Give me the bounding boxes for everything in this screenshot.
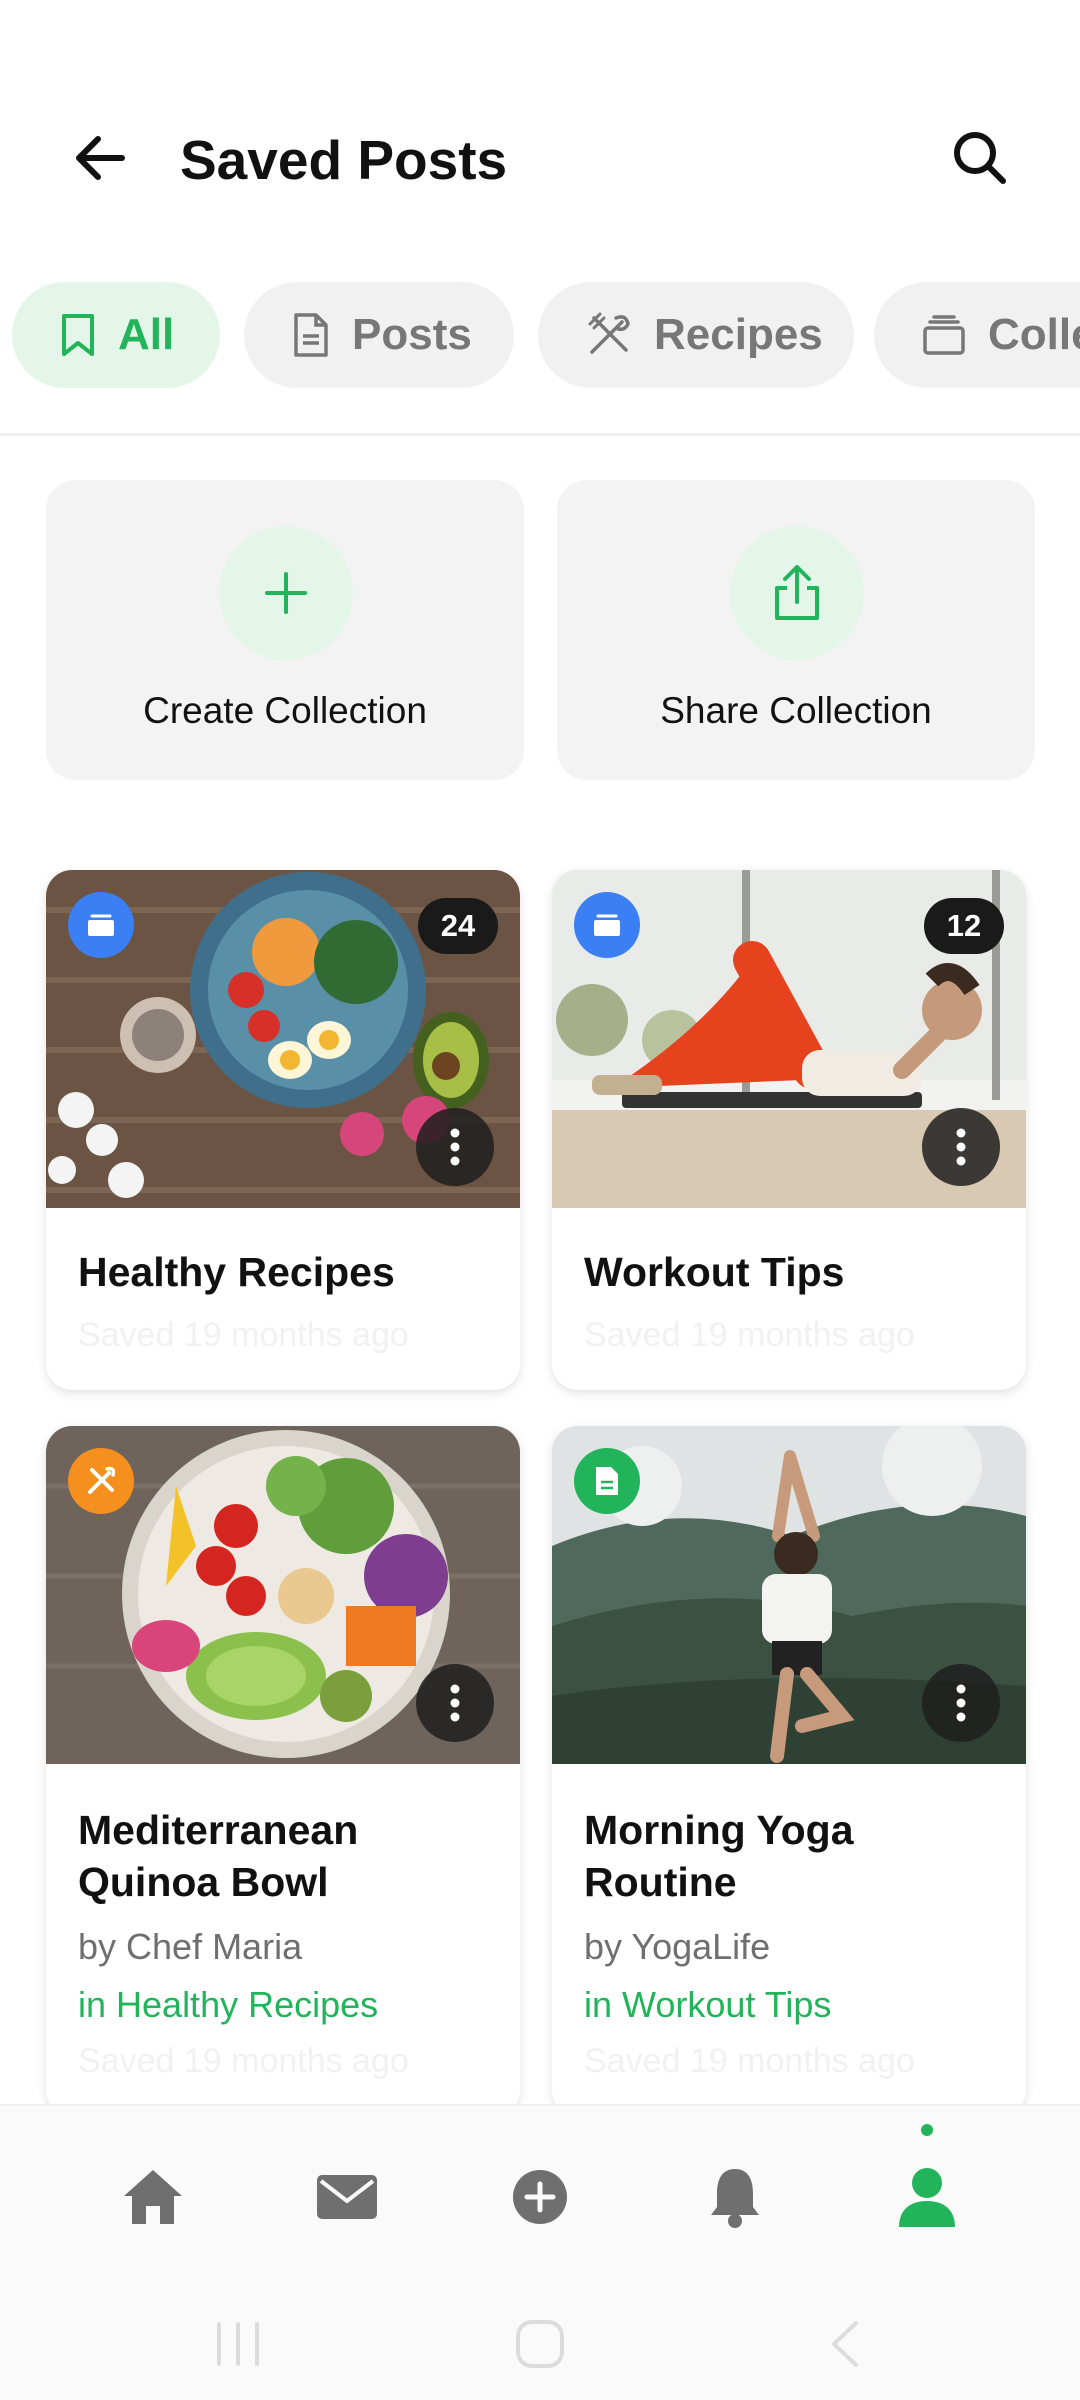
page-title: Saved Posts [180,129,508,191]
card-saved-time: Saved 19 months ago [78,2042,409,2080]
active-indicator-dot [921,2124,933,2136]
create-icon-circle [219,526,353,660]
utensils-icon [88,1466,116,1494]
collection-icon [88,914,114,936]
card-title-line: Routine [584,1859,737,1905]
bell-icon [711,2169,759,2228]
card-saved-time: Saved 19 months ago [584,1316,915,1354]
card-title: Mediterranean Quinoa Bowl [78,1804,358,1908]
back-button[interactable] [60,118,140,198]
filter-chip-recipes[interactable]: Recipes [538,282,854,388]
recent-apps-button[interactable] [198,2312,278,2376]
card-collection-link[interactable]: in Workout Tips [584,1984,831,2026]
filter-chip-collections[interactable]: Colle [874,282,1080,388]
collection-card-healthy-recipes[interactable]: 24 Healthy Recipes Saved 19 months ago [46,870,520,1390]
collection-type-badge [574,892,640,958]
plus-icon [265,572,307,614]
card-title: Workout Tips [584,1249,845,1295]
divider [0,433,1080,436]
item-count-badge: 24 [418,898,498,954]
card-title-line: Quinoa Bowl [78,1859,329,1905]
mail-icon [317,2175,377,2219]
system-navigation-bar [0,2284,1080,2400]
post-type-badge [574,1448,640,1514]
profile-icon [899,2168,955,2227]
document-icon [294,313,328,357]
more-options-button[interactable] [922,1664,1000,1742]
chevron-left-icon [831,2321,858,2367]
share-icon [775,565,819,620]
filter-chip-all[interactable]: All [12,282,220,388]
collection-card-workout-tips[interactable]: 12 Workout Tips Saved 19 months ago [552,870,1026,1390]
recipe-card-quinoa-bowl[interactable]: Mediterranean Quinoa Bowl by Chef Maria … [46,1426,520,2116]
more-vertical-icon [450,1684,460,1722]
home-square-icon [516,2320,564,2368]
recent-apps-icon [217,2322,259,2366]
home-icon [124,2170,182,2224]
create-collection-button[interactable]: Create Collection [46,480,524,780]
filter-chip-label: All [118,310,175,359]
utensils-icon [588,312,630,354]
card-collection-link[interactable]: in Healthy Recipes [78,1984,378,2026]
search-button[interactable] [940,118,1020,198]
post-card-morning-yoga[interactable]: Morning Yoga Routine by YogaLife in Work… [552,1426,1026,2116]
nav-create[interactable] [485,2142,595,2252]
app-header: Saved Posts [0,0,1080,250]
card-author: by YogaLife [584,1926,771,1967]
card-author: by Chef Maria [78,1926,303,1967]
more-vertical-icon [450,1128,460,1166]
home-system-button[interactable] [500,2312,580,2376]
more-options-button[interactable] [416,1664,494,1742]
filter-chip-label: Recipes [654,310,823,359]
filter-chip-label: Posts [352,310,472,359]
filter-chips: All Posts Recipes Colle [0,282,1080,390]
card-title: Morning Yoga Routine [584,1804,854,1908]
collection-icon [923,315,965,355]
back-system-button[interactable] [804,2312,884,2376]
recipe-type-badge [68,1448,134,1514]
add-circle-icon [513,2170,567,2224]
share-collection-label: Share Collection [660,690,932,731]
card-saved-time: Saved 19 months ago [78,1316,409,1354]
share-collection-button[interactable]: Share Collection [557,480,1035,780]
card-title-line: Mediterranean [78,1807,359,1853]
card-saved-time: Saved 19 months ago [584,2042,915,2080]
arrow-left-icon [76,136,125,180]
more-vertical-icon [956,1684,966,1722]
more-vertical-icon [956,1128,966,1166]
create-collection-label: Create Collection [143,690,427,731]
collection-type-badge [68,892,134,958]
search-icon [954,132,1006,184]
filter-chip-posts[interactable]: Posts [244,282,514,388]
item-count-badge: 12 [924,898,1004,954]
card-title: Healthy Recipes [78,1249,395,1295]
share-icon-circle [730,526,864,660]
bookmark-icon [62,314,94,356]
more-options-button[interactable] [922,1108,1000,1186]
nav-messages[interactable] [292,2142,402,2252]
bottom-navigation [0,2104,1080,2284]
filter-chip-label: Colle [988,310,1080,359]
nav-home[interactable] [98,2142,208,2252]
collection-icon [594,914,620,936]
document-icon [596,1467,618,1495]
card-title-line: Morning Yoga [584,1807,854,1853]
nav-notifications[interactable] [680,2142,790,2252]
more-options-button[interactable] [416,1108,494,1186]
nav-profile[interactable] [872,2142,982,2252]
